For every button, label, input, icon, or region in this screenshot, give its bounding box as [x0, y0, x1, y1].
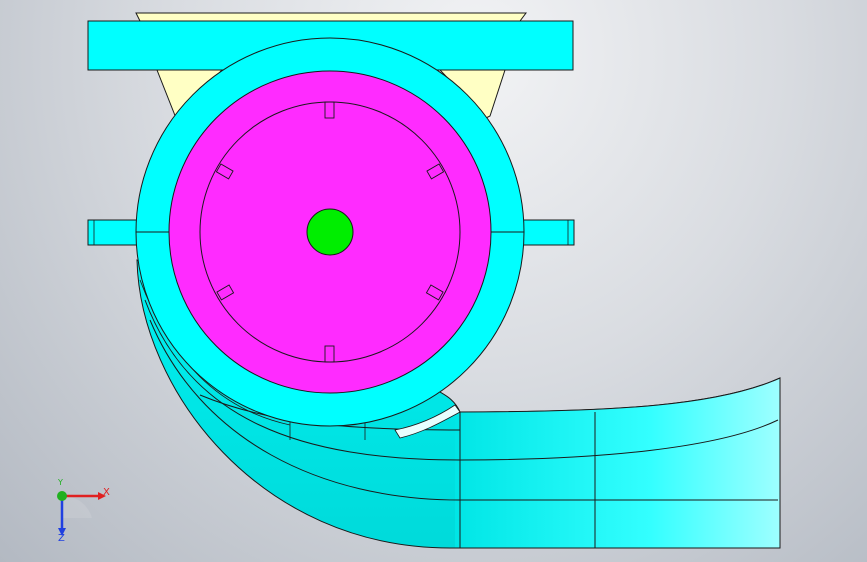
y-axis-dot	[57, 491, 67, 501]
y-axis-label: Y	[58, 478, 63, 487]
pump-model[interactable]	[0, 0, 867, 562]
z-axis-label: Z	[58, 533, 65, 544]
top-support-plate	[135, 12, 527, 22]
x-axis-label: X	[103, 487, 110, 498]
orientation-triad[interactable]: X Y Z	[40, 478, 120, 548]
cad-viewport[interactable]: X Y Z	[0, 0, 867, 562]
shaft[interactable]	[306, 208, 354, 256]
discharge-pipe	[455, 378, 780, 548]
